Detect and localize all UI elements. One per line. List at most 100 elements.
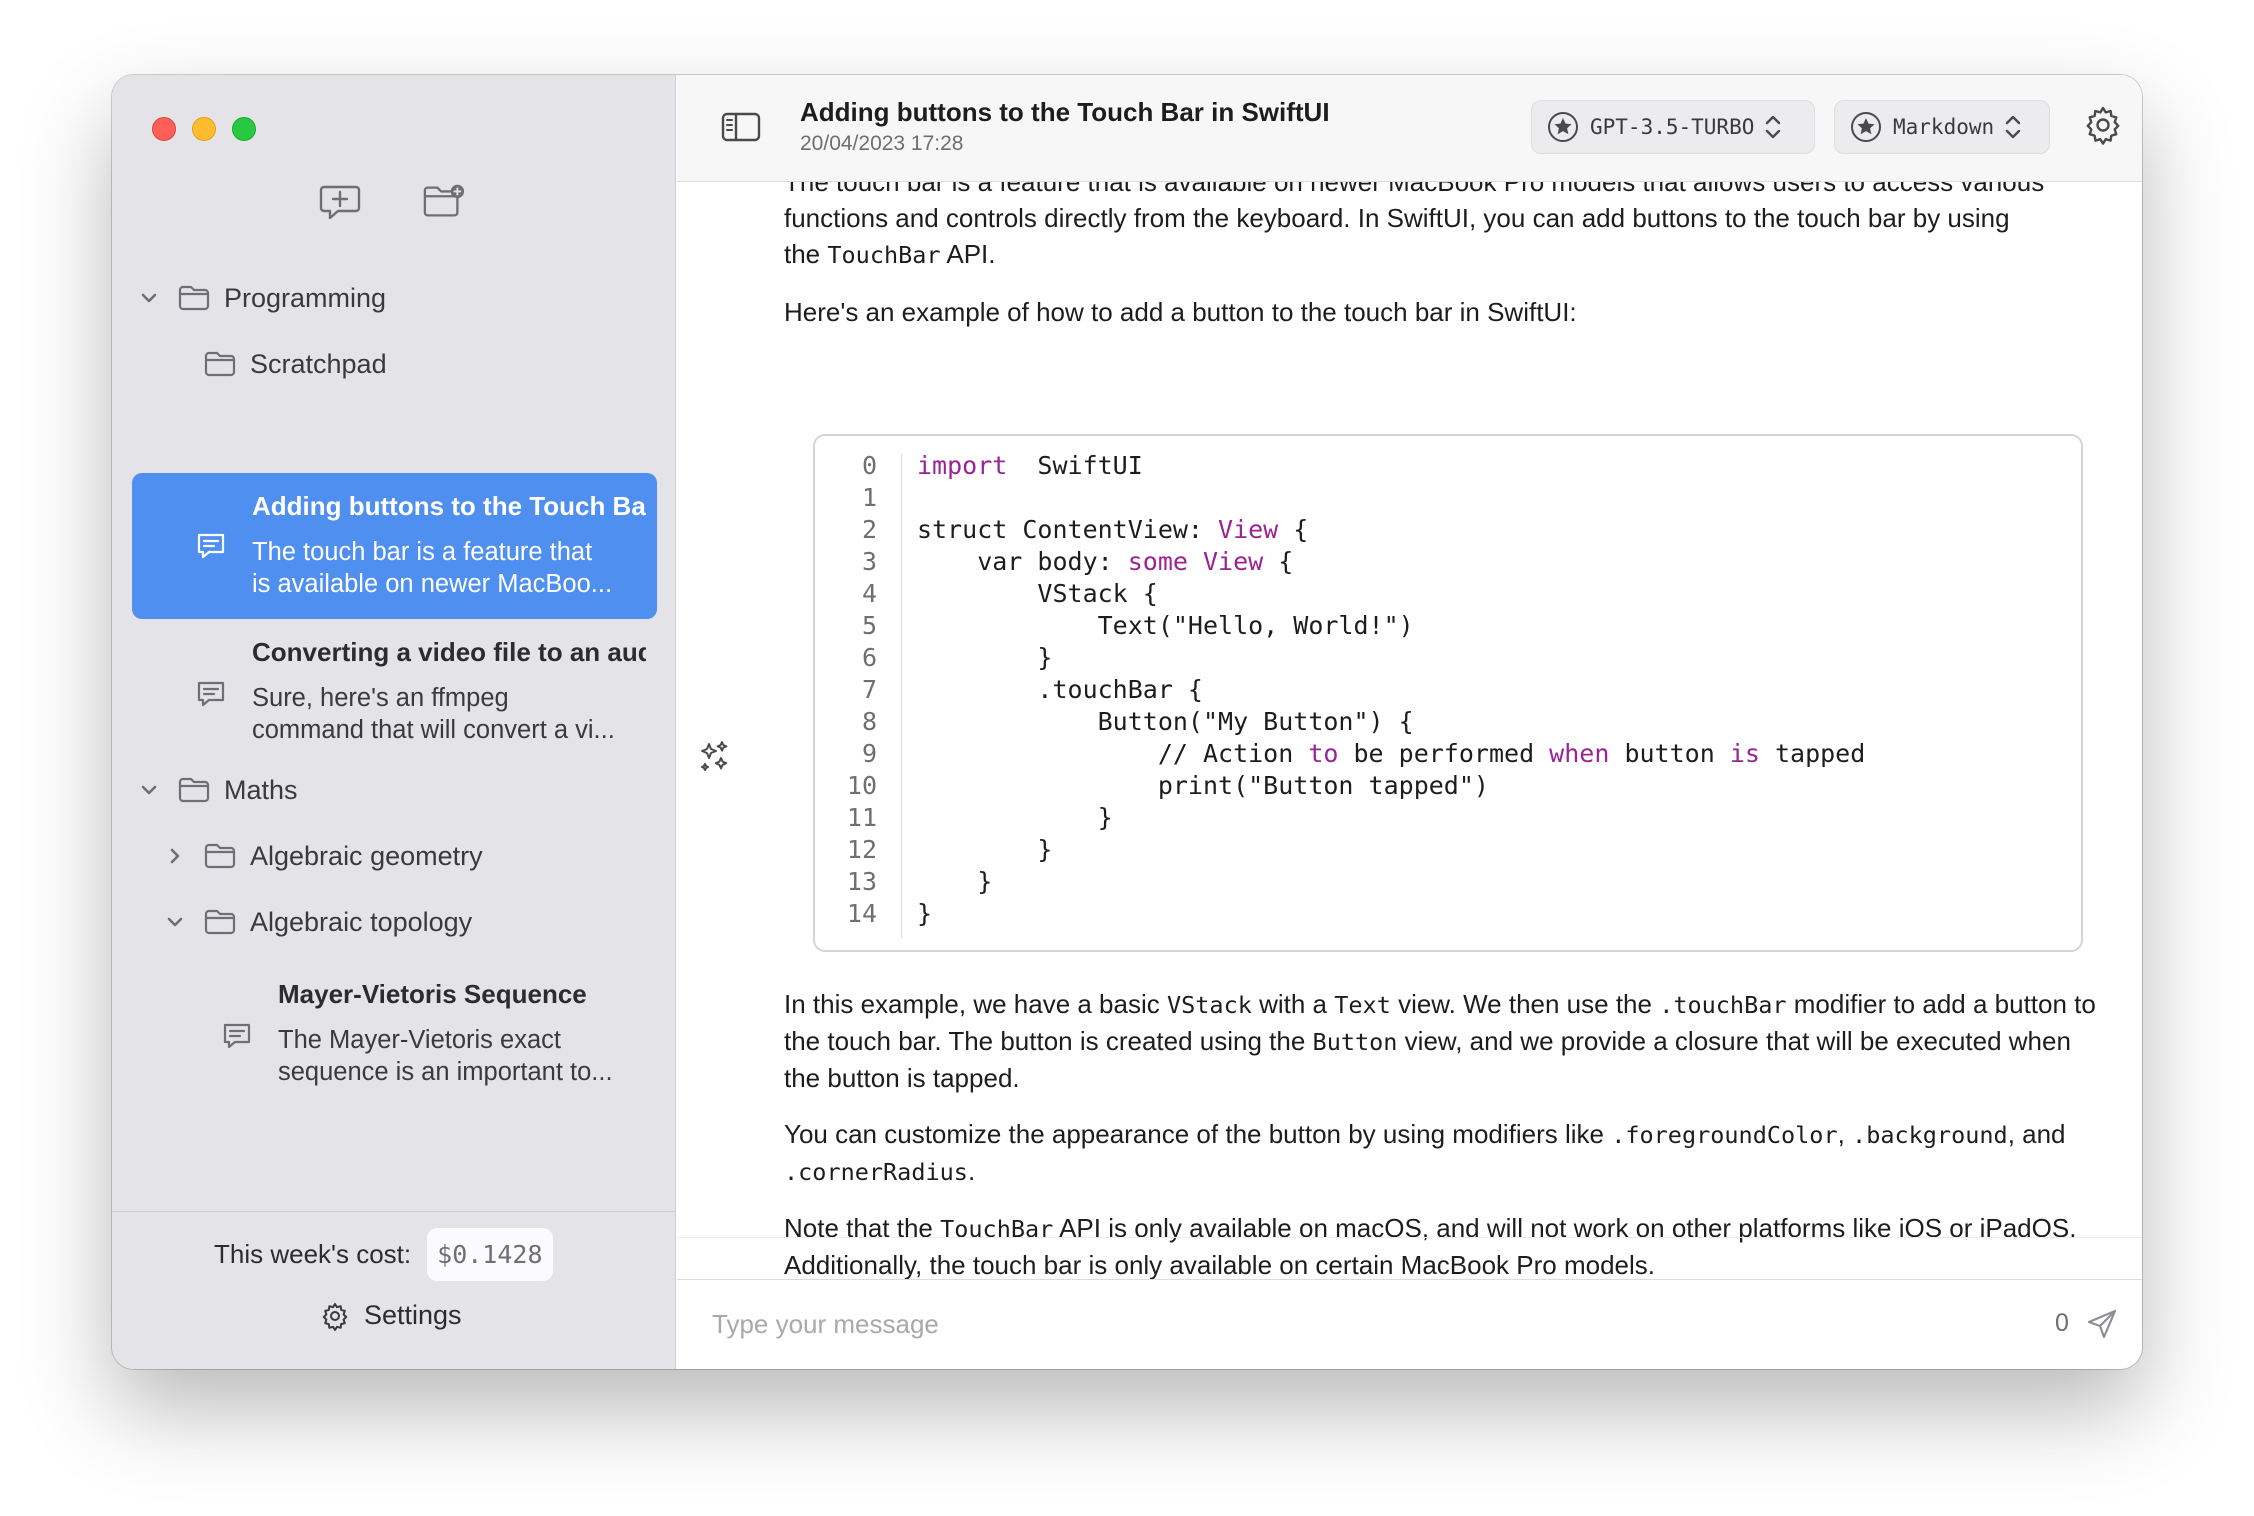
code-token: tapped: [1759, 739, 1866, 768]
star-circle-icon: [1548, 112, 1578, 142]
message-intro-line-2: functions and controls directly from the…: [784, 203, 2010, 233]
text-run: In this example, we have a basic: [784, 989, 1167, 1019]
folder-algebraic-geometry[interactable]: Algebraic geometry: [112, 823, 675, 889]
code-text: import SwiftUI: [917, 450, 1143, 482]
code-text: }: [917, 834, 1052, 866]
line-number: 12: [846, 835, 877, 864]
chevron-down-icon[interactable]: [138, 287, 160, 309]
code-token: Text("Hello, World!"): [917, 611, 1414, 640]
code-token: VStack {: [917, 579, 1158, 608]
chat-bubble-icon: [197, 681, 225, 707]
line-number: 10: [846, 771, 877, 800]
gear-icon[interactable]: [2083, 105, 2123, 145]
message-paragraph-1: In this example, we have a basic VStack …: [784, 986, 2114, 1096]
sidebar: Programming Scratchpad Adding buttons to…: [112, 75, 676, 1369]
chat-snippet-line-1: The Mayer-Vietoris exact: [278, 1026, 561, 1054]
chevron-down-icon[interactable]: [164, 911, 186, 933]
format-picker[interactable]: Markdown: [1834, 100, 2050, 154]
text-run: the: [784, 239, 828, 269]
text-run: ,: [1837, 1119, 1853, 1149]
chat-item-touch-bar[interactable]: Adding buttons to the Touch Bar in Swift…: [132, 473, 657, 619]
code-token: SwiftUI: [1007, 451, 1143, 480]
text-run: Note that the: [784, 1213, 941, 1243]
code-text: }: [917, 802, 1113, 834]
code-keyword: View: [1218, 515, 1279, 544]
folder-icon: [178, 285, 210, 311]
sidebar-toggle-icon[interactable]: [721, 111, 761, 143]
code-token: .touchBar {: [917, 675, 1203, 704]
minimize-window-button[interactable]: [192, 117, 216, 141]
chat-header: Adding buttons to the Touch Bar in Swift…: [800, 97, 1330, 156]
code-text: }: [917, 866, 992, 898]
message-input[interactable]: [712, 1302, 2012, 1346]
folder-icon: [178, 777, 210, 803]
folder-label: Algebraic geometry: [250, 840, 483, 871]
line-number: 1: [861, 483, 877, 512]
code-token: }: [917, 867, 993, 896]
close-window-button[interactable]: [152, 117, 176, 141]
chat-snippet-line-1: Sure, here's an ffmpeg: [252, 684, 509, 712]
message-scroll-area[interactable]: The touch bar is a feature that is avail…: [677, 182, 2142, 1358]
chat-item-video-to-audio[interactable]: Converting a video file to an audio file…: [132, 621, 657, 767]
send-icon[interactable]: [2086, 1308, 2118, 1340]
settings-button[interactable]: Settings: [320, 1300, 462, 1331]
code-token: }: [917, 643, 1053, 672]
sparkles-icon[interactable]: [697, 738, 733, 774]
inline-code: .background: [1852, 1121, 2008, 1149]
text-run: , and: [2007, 1119, 2066, 1149]
code-token: }: [917, 899, 933, 928]
app-window: Programming Scratchpad Adding buttons to…: [112, 75, 2142, 1369]
chat-item-mayer-vietoris[interactable]: Mayer-Vietoris Sequence The Mayer-Vietor…: [132, 963, 657, 1109]
line-number: 13: [846, 867, 877, 896]
line-number: 4: [861, 579, 877, 608]
chevron-down-icon[interactable]: [138, 779, 160, 801]
chat-snippet-line-2: command that will convert a vi...: [252, 716, 615, 744]
text-run: API.: [940, 239, 996, 269]
chat-date: 20/04/2023 17:28: [800, 132, 964, 155]
code-text: Button("My Button") {: [917, 706, 1414, 738]
format-label: Markdown: [1893, 115, 1995, 139]
text-run: You can customize the appearance of the …: [784, 1119, 1612, 1149]
code-text: }: [917, 642, 1052, 674]
zoom-window-button[interactable]: [232, 117, 256, 141]
folder-algebraic-topology[interactable]: Algebraic topology: [112, 889, 675, 955]
message-paragraph-3: Note that the TouchBar API is only avail…: [784, 1210, 2114, 1283]
line-number: 9: [861, 739, 877, 768]
code-token: // Action: [917, 739, 1309, 768]
code-token: be performed: [1338, 739, 1550, 768]
code-token: var body:: [917, 547, 1128, 576]
inline-code: .cornerRadius: [784, 1158, 968, 1186]
message-intro-line-1: The touch bar is a feature that is avail…: [784, 182, 2045, 197]
folder-label: Maths: [224, 774, 298, 805]
code-token: }: [917, 835, 1053, 864]
new-chat-icon[interactable]: [318, 181, 362, 221]
code-text: }: [917, 898, 932, 930]
chat-toolbar: Adding buttons to the Touch Bar in Swift…: [677, 75, 2142, 182]
folder-programming[interactable]: Programming: [112, 265, 675, 331]
line-number: 3: [861, 547, 877, 576]
folder-scratchpad[interactable]: Scratchpad: [112, 331, 675, 397]
inline-code: Text: [1334, 991, 1391, 1019]
new-folder-icon[interactable]: [422, 181, 466, 221]
model-picker[interactable]: GPT-3.5-TURBO: [1531, 100, 1815, 154]
text-run: view. We then use the: [1390, 989, 1660, 1019]
chat-bubble-icon: [223, 1023, 251, 1049]
inline-code: .touchBar: [1659, 991, 1787, 1019]
window-controls: [152, 117, 256, 141]
folder-maths[interactable]: Maths: [112, 757, 675, 823]
chat-title: Converting a video file to an audio file: [252, 637, 646, 667]
folder-label: Programming: [224, 282, 387, 313]
cost-value: $0.1428: [427, 1228, 553, 1281]
code-block[interactable]: 0 import SwiftUI 1 2 struct ContentView: Vie…: [813, 434, 2083, 952]
inline-code: .foregroundColor: [1611, 1121, 1838, 1149]
code-token: struct ContentView:: [917, 515, 1219, 544]
message-paragraph-2: You can customize the appearance of the …: [784, 1116, 2114, 1190]
chevron-right-icon[interactable]: [164, 845, 186, 867]
folder-label: Algebraic topology: [250, 906, 473, 937]
line-number: 2: [861, 515, 877, 544]
gutter-divider: [901, 454, 902, 938]
line-number: 14: [846, 899, 877, 928]
code-token: {: [1263, 547, 1294, 576]
line-number: 6: [861, 643, 877, 672]
chat-bubble-icon: [197, 533, 225, 559]
